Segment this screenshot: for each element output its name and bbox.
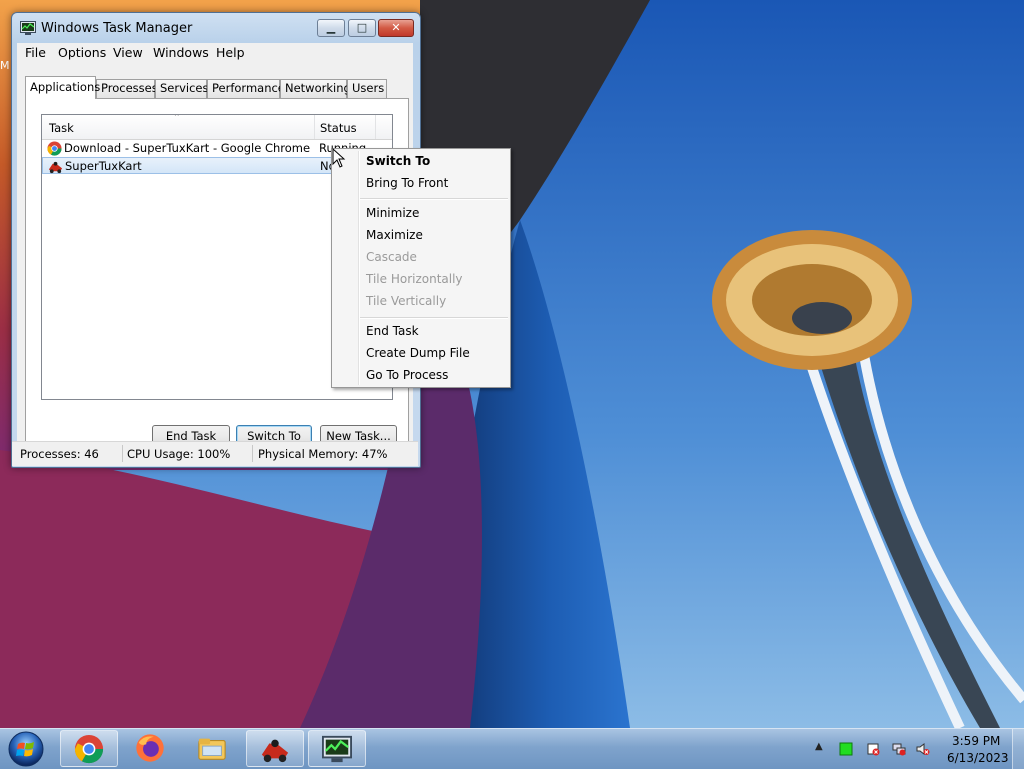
tab-applications[interactable]: Applications xyxy=(25,76,100,99)
volume-muted-icon[interactable] xyxy=(916,742,930,756)
menu-item-minimize[interactable]: Minimize xyxy=(366,206,419,220)
column-divider[interactable] xyxy=(314,115,315,139)
firefox-icon xyxy=(136,734,164,762)
processes-count: Processes: 46 xyxy=(20,447,99,461)
clock-date[interactable]: 6/13/2023 xyxy=(947,751,1009,765)
menu-item-switch-to[interactable]: Switch To xyxy=(366,154,430,168)
tab-users[interactable]: Users xyxy=(347,79,387,98)
menu-bar: File Options View Windows Help xyxy=(17,43,413,63)
minimize-icon: ▁ xyxy=(326,21,336,34)
window-title: Windows Task Manager xyxy=(41,21,193,36)
tab-processes[interactable]: Processes xyxy=(96,79,158,98)
taskbar-chrome[interactable] xyxy=(60,730,118,767)
clock-time[interactable]: 3:59 PM xyxy=(952,734,1000,748)
column-divider[interactable] xyxy=(375,115,376,139)
task-manager-icon xyxy=(322,735,352,763)
close-icon: ✕ xyxy=(391,21,401,34)
menu-item-tile-vertically: Tile Vertically xyxy=(366,294,447,308)
task-name: Download - SuperTuxKart - Google Chrome xyxy=(64,141,311,155)
show-hidden-icons-icon[interactable]: ▲ xyxy=(815,741,829,755)
network-icon[interactable] xyxy=(892,742,906,756)
menu-file[interactable]: File xyxy=(25,45,46,60)
supertuxkart-icon xyxy=(48,161,63,174)
menu-gutter xyxy=(358,151,360,385)
tab-networking[interactable]: Networking xyxy=(280,79,351,98)
tab-performance[interactable]: Performance xyxy=(207,79,285,98)
menu-item-create-dump-file[interactable]: Create Dump File xyxy=(366,346,470,360)
action-center-icon[interactable] xyxy=(866,742,880,756)
menu-item-maximize[interactable]: Maximize xyxy=(366,228,423,242)
green-status-icon[interactable] xyxy=(839,742,853,756)
menu-view[interactable]: View xyxy=(113,45,143,60)
file-explorer-icon xyxy=(198,738,226,760)
taskbar-supertuxkart[interactable] xyxy=(246,730,304,767)
chrome-icon xyxy=(47,141,62,156)
mouse-pointer-icon xyxy=(332,148,346,168)
minimize-button[interactable]: ▁ xyxy=(317,19,345,37)
show-desktop-button[interactable] xyxy=(1012,729,1024,769)
taskbar-file-explorer[interactable] xyxy=(184,730,242,767)
tab-services[interactable]: Services xyxy=(155,79,209,98)
menu-item-end-task[interactable]: End Task xyxy=(366,324,419,338)
sort-arrow-icon: ⌃ xyxy=(173,114,181,123)
status-divider xyxy=(122,445,123,462)
start-button[interactable] xyxy=(5,730,47,768)
taskbar-firefox[interactable] xyxy=(122,730,180,767)
close-button[interactable]: ✕ xyxy=(378,19,414,37)
supertuxkart-icon xyxy=(261,739,289,763)
menu-item-go-to-process[interactable]: Go To Process xyxy=(366,368,448,382)
menu-item-bring-to-front[interactable]: Bring To Front xyxy=(366,176,448,190)
cpu-usage: CPU Usage: 100% xyxy=(127,447,231,461)
chrome-icon xyxy=(74,734,104,764)
column-header-task[interactable]: Task xyxy=(49,121,74,135)
status-bar: Processes: 46 CPU Usage: 100% Physical M… xyxy=(12,441,418,466)
menu-help[interactable]: Help xyxy=(216,45,245,60)
list-header: Task ⌃ Status xyxy=(42,115,392,140)
taskbar: ▲ 3:59 PM 6/13/2023 xyxy=(0,728,1024,769)
maximize-icon: □ xyxy=(356,21,368,34)
menu-separator xyxy=(360,317,508,319)
physical-memory: Physical Memory: 47% xyxy=(258,447,388,461)
column-header-status[interactable]: Status xyxy=(320,121,357,135)
maximize-button[interactable]: □ xyxy=(348,19,376,37)
menu-separator xyxy=(360,198,508,200)
task-name: SuperTuxKart xyxy=(65,159,142,173)
menu-item-tile-horizontally: Tile Horizontally xyxy=(366,272,463,286)
menu-options[interactable]: Options xyxy=(58,45,106,60)
desktop-icon-label: M xyxy=(0,59,10,72)
task-manager-icon xyxy=(20,21,36,35)
title-bar[interactable]: Windows Task Manager ▁ □ ✕ xyxy=(12,13,420,43)
menu-item-cascade: Cascade xyxy=(366,250,417,264)
status-divider xyxy=(252,445,253,462)
context-menu: Switch To Bring To Front Minimize Maximi… xyxy=(331,148,511,388)
menu-windows[interactable]: Windows xyxy=(153,45,209,60)
taskbar-task-manager[interactable] xyxy=(308,730,366,767)
